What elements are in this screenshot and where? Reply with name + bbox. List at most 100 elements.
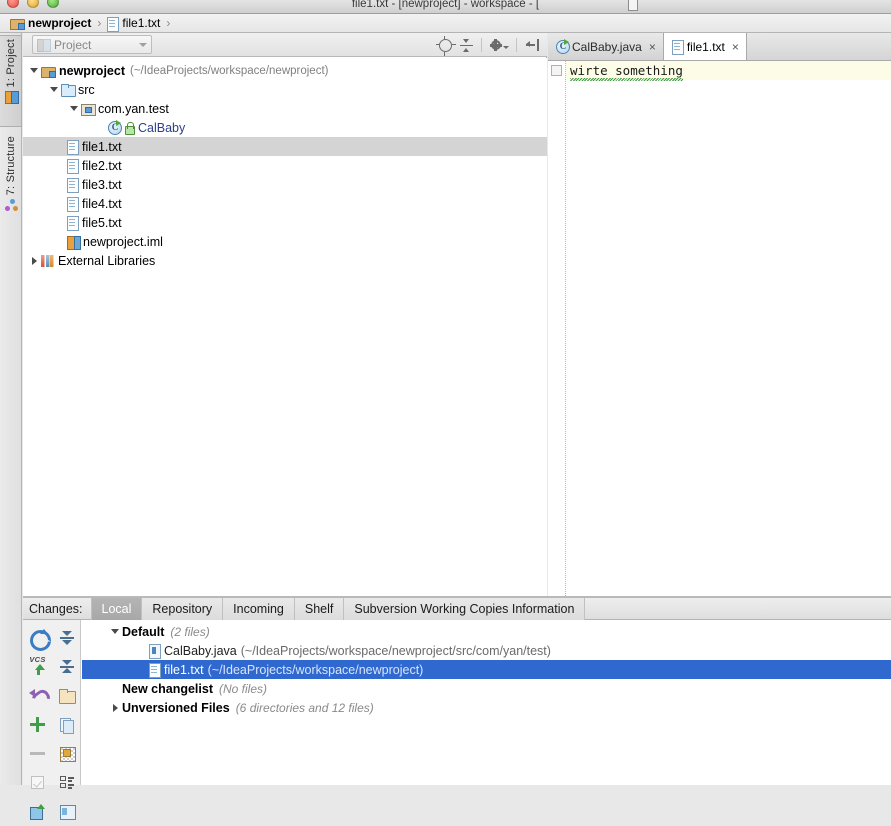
changes-tree[interactable]: Default (2 files) CalBaby.java (~/IdeaPr… xyxy=(82,620,891,785)
collapse-all-icon xyxy=(59,659,74,674)
changelist-meta: (2 files) xyxy=(170,624,210,639)
changes-tab-bar: Changes: Local Repository Incoming Shelf… xyxy=(23,597,891,620)
tree-expander[interactable] xyxy=(47,80,61,99)
change-file-label: CalBaby.java xyxy=(164,643,237,658)
module-icon xyxy=(41,65,56,78)
tool-tab-structure-label: 7: Structure xyxy=(5,136,17,196)
tool-tab-structure[interactable]: 7: Structure xyxy=(0,133,22,233)
shelve-icon xyxy=(30,803,45,820)
changes-tab-shelf[interactable]: Shelf xyxy=(293,597,345,620)
project-view-selector[interactable]: Project xyxy=(32,35,152,54)
package-icon xyxy=(81,103,96,116)
change-file-path: (~/IdeaProjects/workspace/newproject/src… xyxy=(240,643,551,658)
change-row-file1-txt[interactable]: file1.txt (~/IdeaProjects/workspace/newp… xyxy=(82,660,891,679)
editor-gutter[interactable] xyxy=(548,61,566,596)
tree-label: CalBaby xyxy=(138,120,186,135)
tree-row-file1[interactable]: file1.txt xyxy=(23,137,547,156)
changelist-row-default[interactable]: Default (2 files) xyxy=(82,622,891,641)
changelist-meta: (6 directories and 12 files) xyxy=(235,700,374,715)
project-tool-window: Project newproject (~/IdeaProjects/works… xyxy=(23,33,547,596)
tree-label: file5.txt xyxy=(82,215,122,230)
hide-panel-button[interactable] xyxy=(523,36,541,54)
left-tool-window-bar: 1: Project 7: Structure xyxy=(0,33,22,785)
module-icon xyxy=(10,17,25,30)
rollback-button[interactable] xyxy=(23,681,52,710)
changelist-row-new-changelist[interactable]: New changelist (No files) xyxy=(82,679,891,698)
breadcrumb-separator-icon: › xyxy=(97,16,102,30)
tree-row-newproject[interactable]: newproject (~/IdeaProjects/workspace/new… xyxy=(23,61,547,80)
tree-row-src[interactable]: src xyxy=(23,80,547,99)
tool-tab-project-label: 1: Project xyxy=(4,39,17,88)
change-file-label: file1.txt xyxy=(164,662,204,677)
group-by-icon xyxy=(59,776,74,789)
project-view-selector-label: Project xyxy=(54,37,92,52)
editor-tab-calbaby-java[interactable]: CalBaby.java × xyxy=(548,33,664,60)
iml-file-icon xyxy=(67,235,81,250)
changelist-row-unversioned-files[interactable]: Unversioned Files (6 directories and 12 … xyxy=(82,698,891,717)
show-diff-icon xyxy=(59,747,76,762)
project-tree[interactable]: newproject (~/IdeaProjects/workspace/new… xyxy=(23,58,547,596)
editor-tab-file1-txt[interactable]: file1.txt × xyxy=(663,33,747,60)
tree-expander[interactable] xyxy=(27,251,41,270)
tree-row-file4[interactable]: file4.txt xyxy=(23,194,547,213)
tree-expander[interactable] xyxy=(108,622,122,641)
text-file-icon xyxy=(67,159,79,174)
tree-row-iml[interactable]: newproject.iml xyxy=(23,232,547,251)
tree-row-file5[interactable]: file5.txt xyxy=(23,213,547,232)
change-row-calbaby-java[interactable]: CalBaby.java (~/IdeaProjects/workspace/n… xyxy=(82,641,891,660)
changes-tab-incoming[interactable]: Incoming xyxy=(222,597,295,620)
text-file-icon xyxy=(107,16,120,32)
changes-tab-local[interactable]: Local xyxy=(90,597,143,620)
close-icon[interactable]: × xyxy=(732,41,739,53)
remove-from-vcs-button[interactable] xyxy=(23,739,52,768)
window-title: file1.txt - [newproject] - workspace - [ xyxy=(351,0,540,10)
text-file-icon xyxy=(67,140,79,155)
show-diff-button[interactable] xyxy=(52,739,81,768)
tree-row-file2[interactable]: file2.txt xyxy=(23,156,547,175)
changelist-label: New changelist xyxy=(122,681,213,696)
text-file-icon xyxy=(671,40,684,55)
changes-tab-repository[interactable]: Repository xyxy=(141,597,224,620)
fold-marker-icon[interactable] xyxy=(551,65,562,76)
changelist-meta: (No files) xyxy=(219,681,268,696)
vcs-toolbar: VCS xyxy=(23,620,81,820)
new-changelist-button[interactable] xyxy=(52,681,81,710)
tool-tab-project[interactable]: 1: Project xyxy=(0,35,22,127)
collapse-all-button[interactable] xyxy=(52,652,81,681)
collapse-all-button[interactable] xyxy=(457,36,475,54)
expand-all-button[interactable] xyxy=(52,623,81,652)
tree-row-package[interactable]: com.yan.test xyxy=(23,99,547,118)
preferences-button[interactable] xyxy=(52,797,81,826)
changes-tab-subversion-working-copies[interactable]: Subversion Working Copies Information xyxy=(343,597,586,620)
tree-expander[interactable] xyxy=(67,99,81,118)
close-icon[interactable]: × xyxy=(649,41,656,53)
move-to-changelist-button[interactable] xyxy=(52,710,81,739)
select-all-checkbox[interactable] xyxy=(23,768,52,797)
scroll-from-source-button[interactable] xyxy=(435,35,456,56)
breadcrumb: newproject › file1.txt › xyxy=(0,14,891,33)
java-class-icon xyxy=(556,39,570,54)
tree-row-calbaby[interactable]: CalBaby xyxy=(23,118,547,137)
changes-tab-label: Local xyxy=(101,601,132,616)
tree-expander[interactable] xyxy=(108,698,122,717)
changes-tab-label: Subversion Working Copies Information xyxy=(354,601,575,616)
changes-tab-label: Incoming xyxy=(233,601,284,616)
vcs-update-icon: VCS xyxy=(27,655,49,678)
editor-text-area[interactable]: wirte something xyxy=(548,61,891,596)
add-to-vcs-button[interactable] xyxy=(23,710,52,739)
group-by-button[interactable] xyxy=(52,768,81,797)
tree-row-file3[interactable]: file3.txt xyxy=(23,175,547,194)
tree-row-external-libraries[interactable]: External Libraries xyxy=(23,251,547,270)
shelve-changes-button[interactable] xyxy=(23,797,52,826)
tree-label: External Libraries xyxy=(58,253,156,268)
breadcrumb-item-newproject[interactable]: newproject xyxy=(8,14,93,33)
project-settings-button[interactable] xyxy=(488,36,510,54)
project-icon xyxy=(37,39,51,52)
breadcrumb-item-file1[interactable]: file1.txt xyxy=(105,14,162,33)
breadcrumb-separator-icon: › xyxy=(166,16,171,30)
refresh-button[interactable] xyxy=(23,623,52,652)
tree-expander[interactable] xyxy=(27,61,41,80)
vcs-update-button[interactable]: VCS xyxy=(23,652,52,681)
hide-icon xyxy=(525,39,539,51)
tree-label: file1.txt xyxy=(82,139,122,154)
